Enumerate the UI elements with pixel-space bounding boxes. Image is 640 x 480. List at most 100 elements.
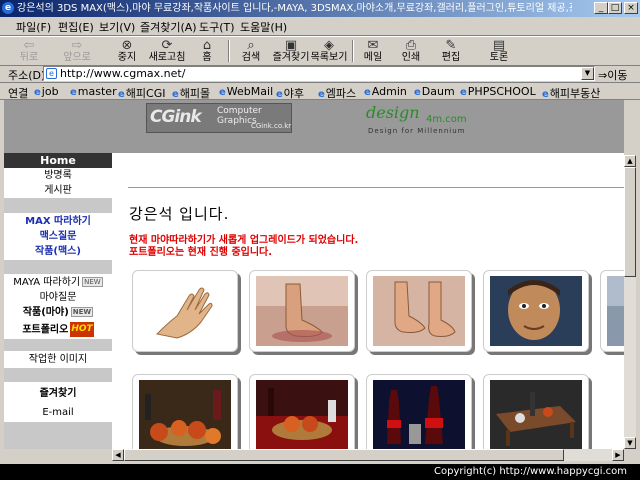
sidebar-spacer (4, 198, 112, 213)
horizontal-scrollbar[interactable]: ◀ ▶ (112, 449, 624, 461)
menu-file[interactable]: 파일(F) (16, 19, 51, 35)
address-input[interactable]: e http://www.cgmax.net/ ▼ (43, 66, 595, 81)
chevron-down-icon[interactable]: ▼ (581, 67, 594, 80)
thumbnail-hand[interactable] (132, 270, 238, 352)
thumbnail-table-scene[interactable] (483, 374, 589, 449)
link-item[interactable]: eWebMail (219, 85, 273, 98)
partial-image (607, 276, 624, 346)
design-tagline: Design for Millennium (368, 127, 466, 135)
horizontal-scroll-thumb[interactable] (124, 449, 564, 461)
print-icon: ⎙ (405, 38, 417, 53)
sidebar-item-board[interactable]: 게시판 (4, 183, 112, 198)
search-button[interactable]: ⌕ 검색 (230, 38, 272, 64)
address-bar: 주소(D) e http://www.cgmax.net/ ▼ ⇒이동 (0, 65, 640, 83)
sidebar-item-home[interactable]: Home (4, 153, 112, 168)
sidebar-item-maya-works[interactable]: 작품(마야) NEW (4, 305, 112, 320)
design-wordmark: design (366, 103, 420, 122)
thumbnail-partial[interactable] (600, 270, 624, 352)
menu-help[interactable]: 도움말(H) (240, 19, 287, 35)
favorites-folder-icon: ▣ (284, 38, 298, 53)
link-page-icon: e (276, 89, 283, 100)
history-button[interactable]: ◈ 목록보기 (308, 38, 350, 64)
link-item[interactable]: e야후 (276, 85, 304, 101)
menu-view[interactable]: 보기(V) (99, 19, 135, 35)
sidebar-spacer (4, 260, 112, 274)
thumbnail-fruit-basket-1[interactable] (132, 374, 238, 449)
home-button[interactable]: ⌂ 홈 (186, 38, 228, 64)
thumbnail-fruit-basket-2[interactable] (249, 374, 355, 449)
scroll-right-icon[interactable]: ▶ (612, 449, 624, 461)
favorites-button[interactable]: ▣ 즐겨찾기 (270, 38, 312, 64)
thumbnail-foot-ground[interactable] (249, 270, 355, 352)
sidebar-item-max-qna[interactable]: 맥스질문 (4, 229, 112, 244)
sidebar-item-max-follow[interactable]: MAX 따라하기 (4, 214, 112, 229)
forward-button[interactable]: ⇨ 앞으로 (56, 38, 98, 64)
forward-arrow-icon: ⇨ (71, 38, 83, 53)
design-domain: 4m.com (426, 114, 467, 125)
menu-favorites[interactable]: 즐겨찾기(A) (140, 19, 197, 35)
address-label: 주소(D) (8, 69, 46, 82)
edit-icon: ✎ (445, 38, 457, 53)
sidebar-item-portfolio[interactable]: 포트폴리오 HOT (4, 322, 112, 337)
main-content: 강은석 입니다. 현재 마야따라하기가 새롭게 업그레이드가 되었습니다. 포트… (112, 153, 624, 449)
refresh-button[interactable]: ⟳ 새로고침 (146, 38, 188, 64)
cola-bottles-image (373, 380, 465, 449)
ie-icon[interactable]: e (2, 2, 14, 14)
link-page-icon: e (118, 89, 125, 100)
feet-image (373, 276, 465, 346)
close-button[interactable]: × (624, 2, 638, 14)
sidebar-item-work-images[interactable]: 작업한 이미지 (4, 352, 112, 367)
history-icon: ◈ (324, 38, 334, 53)
discuss-button[interactable]: ▤ 토론 (478, 38, 520, 64)
sidebar-item-email[interactable]: E-mail (4, 405, 112, 420)
copyright-text: Copyright(c) http://www.happycgi.com (434, 466, 628, 477)
vertical-scrollbar[interactable]: ▲ ▼ (624, 155, 636, 449)
sidebar-item-max-works[interactable]: 작품(맥스) (4, 244, 112, 259)
sidebar-item-favorites[interactable]: 즐겨찾기 (4, 386, 112, 401)
link-item[interactable]: ejob (34, 85, 59, 98)
link-item[interactable]: eAdmin (364, 85, 407, 98)
menu-edit[interactable]: 편집(E) (58, 19, 94, 35)
sidebar-item-maya-follow[interactable]: MAYA 따라하기 NEW (4, 275, 112, 290)
thumbnail-face[interactable] (483, 270, 589, 352)
link-item[interactable]: eDaum (414, 85, 455, 98)
refresh-icon: ⟳ (161, 38, 173, 53)
maximize-button[interactable]: □ (608, 2, 622, 14)
cgink-logo[interactable]: CGink Computer Graphics CGink.co.kr (146, 103, 292, 133)
menu-tools[interactable]: 도구(T) (199, 19, 235, 35)
link-item[interactable]: e해피CGI (118, 85, 166, 101)
link-item[interactable]: emaster (70, 85, 117, 98)
edit-button[interactable]: ✎ 편집 (430, 38, 472, 64)
back-button[interactable]: ⇦ 뒤로 (8, 38, 50, 64)
stop-button[interactable]: ⊗ 중지 (106, 38, 148, 64)
link-item[interactable]: e해피몰 (172, 85, 210, 101)
minimize-button[interactable]: _ (594, 2, 608, 14)
sidebar-spacer (4, 368, 112, 382)
link-page-icon: e (542, 89, 549, 100)
thumbnail-cola-bottles[interactable] (366, 374, 472, 449)
hot-badge: HOT (70, 322, 94, 337)
link-item[interactable]: e해피부동산 (542, 85, 600, 101)
thumbnail-gallery (132, 270, 624, 449)
frame-scroll-area (4, 449, 112, 461)
face-image (490, 276, 582, 346)
print-button[interactable]: ⎙ 인쇄 (390, 38, 432, 64)
design4m-logo[interactable]: design 4m.com Design for Millennium (366, 103, 486, 135)
link-page-icon: e (172, 89, 179, 100)
vertical-scroll-thumb[interactable] (624, 167, 636, 277)
link-page-icon: e (414, 87, 421, 98)
back-arrow-icon: ⇦ (23, 38, 35, 53)
link-item[interactable]: ePHPSCHOOL (460, 85, 536, 98)
link-page-icon: e (219, 87, 226, 98)
mail-button[interactable]: ✉ 메일 (352, 38, 394, 64)
scroll-up-icon[interactable]: ▲ (624, 155, 636, 167)
scroll-left-icon[interactable]: ◀ (112, 449, 124, 461)
sidebar-item-maya-qna[interactable]: 마야질문 (4, 290, 112, 305)
thumbnail-foot-pair[interactable] (366, 270, 472, 352)
stop-icon: ⊗ (121, 38, 133, 53)
address-value: http://www.cgmax.net/ (60, 67, 186, 80)
sidebar-item-guestbook[interactable]: 방명록 (4, 168, 112, 183)
scroll-down-icon[interactable]: ▼ (624, 437, 636, 449)
go-button[interactable]: ⇒이동 (598, 67, 627, 83)
link-item[interactable]: e엠파스 (318, 85, 356, 101)
